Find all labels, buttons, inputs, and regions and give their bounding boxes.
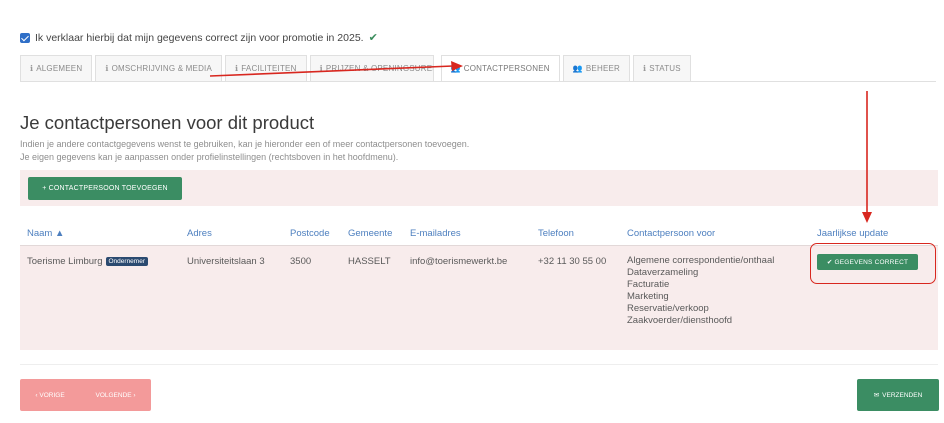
tab-label: ALGEMEEN [36,64,83,73]
info-icon: ℹ [105,64,109,73]
column-header-naam[interactable]: Naam ▲ [27,228,64,239]
cell-naam: Toerisme Limburg Ondernemer [27,256,148,267]
cell-email: info@toerismewerkt.be [410,256,508,267]
info-icon: ℹ [30,64,34,73]
column-header-contactpersoon-voor[interactable]: Contactpersoon voor [627,228,715,239]
tab-divider [20,81,936,82]
tab-label: BEHEER [585,64,620,73]
list-item: Zaakvoerder/diensthoofd [627,315,733,326]
list-item: Facturatie [627,279,670,290]
send-label: VERZENDEN [882,391,923,399]
list-item: Algemene correspondentie/onthaal [627,255,775,266]
tab-prijzen-openingsuren[interactable]: ℹ PRIJZEN & OPENINGSUREN [309,55,434,82]
cell-contactpersoon-voor: Algemene correspondentie/onthaal Dataver… [627,255,774,327]
cell-telefoon: +32 11 30 55 00 [538,256,607,267]
info-icon: ℹ [319,64,323,73]
tab-algemeen[interactable]: ℹ ALGEMEEN [20,55,93,82]
tab-label: PRIJZEN & OPENINGSUREN [325,64,434,73]
tab-label: FACILITEITEN [241,64,297,73]
send-button[interactable]: ✉ VERZENDEN [857,379,939,411]
envelope-icon: ✉ [873,392,880,399]
users-icon: 👥 [572,64,583,73]
contact-name: Toerisme Limburg [27,256,103,267]
intro-line: Je eigen gegevens kan je aanpassen onder… [20,152,399,162]
tab-omschrijving-media[interactable]: ℹ OMSCHRIJVING & MEDIA [95,55,223,82]
list-item: Marketing [627,291,669,302]
checkmark-icon: ✔ [368,32,378,44]
arrow-head-update [862,212,872,223]
cell-gemeente: HASSELT [348,256,391,267]
tab-status[interactable]: ℹ STATUS [633,55,691,82]
next-button[interactable]: VOLGENDE › [95,392,135,399]
tab-faciliteiten[interactable]: ℹ FACILITEITEN [225,55,307,82]
info-icon: ℹ [235,64,239,73]
footer-divider [20,364,938,365]
tab-label: STATUS [649,64,681,73]
intro-text: Indien je andere contactgegevens wenst t… [20,138,469,164]
column-header-postcode[interactable]: Postcode [290,228,330,239]
intro-line: Indien je andere contactgegevens wenst t… [20,139,470,149]
add-contact-button[interactable]: + CONTACTPERSOON TOEVOEGEN [28,177,182,200]
tab-label: OMSCHRIJVING & MEDIA [111,64,213,73]
role-badge: Ondernemer [105,257,148,266]
previous-button[interactable]: ‹ VORIGE [35,392,64,399]
users-icon: 👥 [450,64,461,73]
tab-beheer[interactable]: 👥 BEHEER [562,55,630,82]
column-header-jaarlijkse-update[interactable]: Jaarlijkse update [817,228,888,239]
page-title: Je contactpersonen voor dit product [20,112,315,133]
promotion-confirmation: Ik verklaar hierbij dat mijn gegevens co… [20,31,378,44]
column-header-telefoon[interactable]: Telefoon [538,228,574,239]
column-header-email[interactable]: E-mailadres [410,228,461,239]
tab-contactpersonen[interactable]: 👥 CONTACTPERSONEN [440,55,560,82]
column-header-gemeente[interactable]: Gemeente [348,228,392,239]
cell-postcode: 3500 [290,256,312,267]
confirm-checkbox[interactable] [20,32,30,43]
tab-bar: ℹ ALGEMEEN ℹ OMSCHRIJVING & MEDIA ℹ FACILIT… [20,55,694,82]
confirmation-text: Ik verklaar hierbij dat mijn gegevens co… [35,31,364,44]
cell-adres: Universiteitslaan 3 [187,256,265,267]
pager-button: ‹ VORIGE VOLGENDE › [20,379,151,411]
tab-label: CONTACTPERSONEN [463,64,550,73]
list-item: Dataverzameling [627,267,699,278]
list-item: Reservatie/verkoop [627,303,709,314]
column-header-adres[interactable]: Adres [187,228,212,239]
info-icon: ℹ [643,64,647,73]
table-header: Naam ▲ Adres Postcode Gemeente E-mailadr… [20,228,938,242]
annotation-highlight [810,243,936,284]
